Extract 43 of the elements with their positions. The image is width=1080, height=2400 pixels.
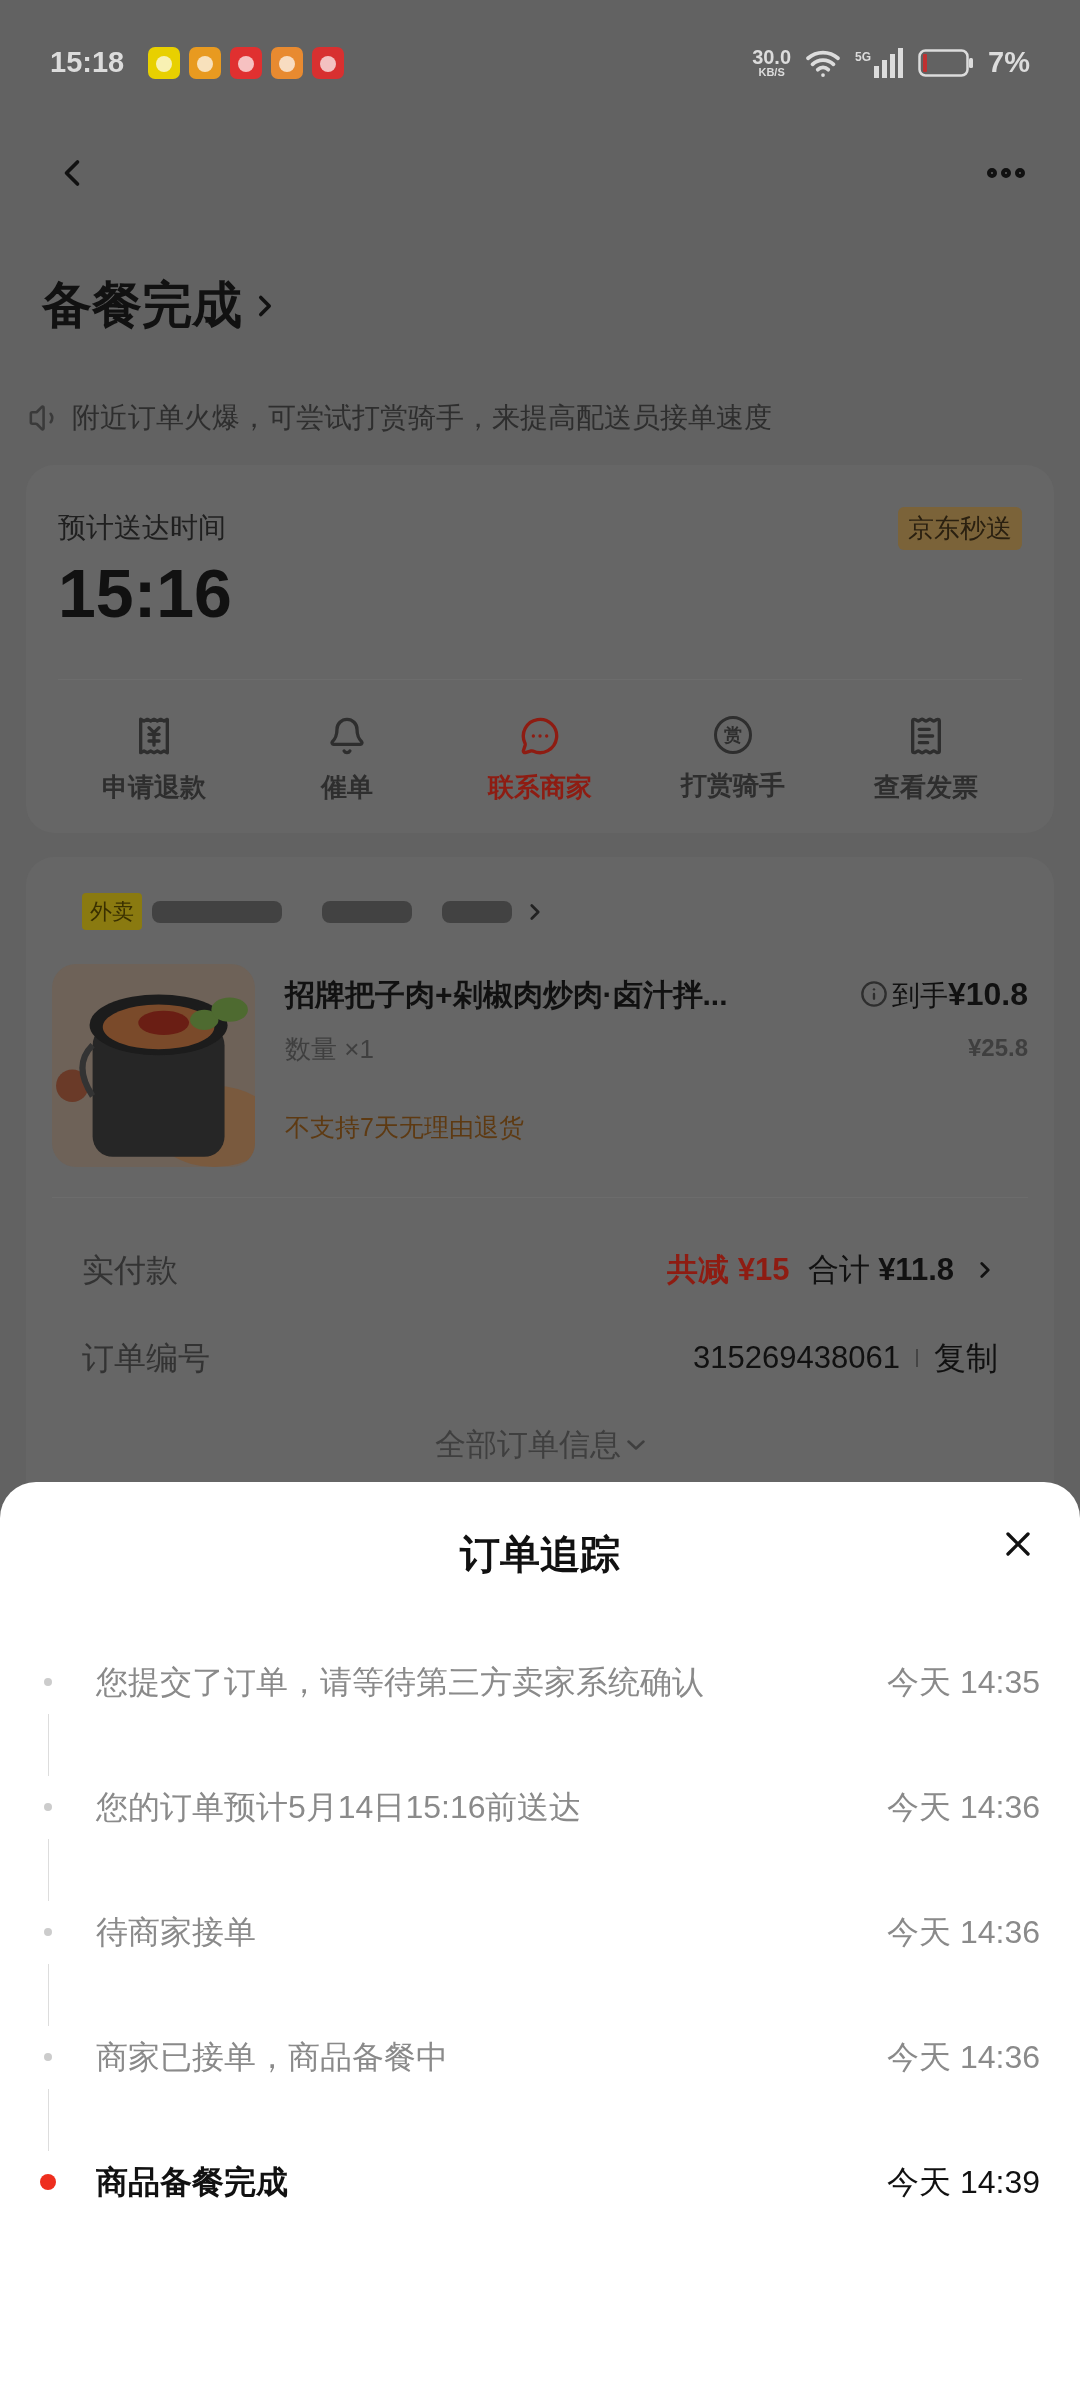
delivery-label: 预计送达时间 [58, 511, 227, 545]
clock-time: 15:18 [50, 44, 125, 80]
app-icon [189, 46, 222, 79]
timeline-event: 待商家接单 [96, 1913, 256, 1952]
battery-percent: 7% [988, 44, 1030, 80]
timeline-event: 商品备餐完成 [96, 2163, 288, 2202]
network-type: 5G [855, 48, 872, 66]
action-button[interactable]: 赏 打赏骑手 [636, 716, 830, 807]
action-button[interactable]: 申请退款 [58, 716, 251, 807]
total-amount[interactable]: 合计 ¥11.8 [807, 1246, 954, 1294]
info-icon[interactable] [859, 980, 888, 1008]
event-time: 今天 14:36 [887, 1913, 1040, 1952]
signal-icon [874, 47, 905, 78]
app-icon [271, 46, 304, 79]
service-tag: 京东秒送 [898, 507, 1022, 550]
delivery-time: 15:16 [58, 559, 232, 627]
timeline-event: 您提交了订单，请等待第三方卖家系统确认 [96, 1663, 704, 1702]
order-number: 315269438061 [693, 1338, 900, 1377]
timeline-event: 商家已接单，商品备餐中 [96, 2038, 448, 2077]
timeline-event: 您的订单预计5月14日15:16前送达 [96, 1788, 582, 1827]
action-button[interactable]: 查看发票 [829, 716, 1022, 807]
app-icon [230, 46, 263, 79]
takeout-tag: 外卖 [82, 893, 142, 930]
chat-icon [520, 716, 560, 756]
item-name[interactable]: 招牌把子肉+剁椒肉炒肉·卤汁拌... [285, 971, 728, 1017]
chevron-down-icon [627, 1440, 645, 1451]
app-icon [312, 46, 345, 79]
sheet-title: 订单追踪 [460, 1531, 620, 1578]
final-price: 到手¥10.8 [891, 975, 1028, 1014]
reward-icon: 赏 [713, 716, 752, 754]
action-button[interactable]: 联系商家 [443, 716, 637, 807]
event-time: 今天 14:35 [887, 1663, 1040, 1702]
event-time: 今天 14:39 [887, 2163, 1040, 2202]
event-time: 今天 14:36 [887, 1788, 1040, 1827]
return-policy: 不支持7天无理由退货 [285, 1112, 525, 1143]
event-time: 今天 14:36 [887, 2038, 1040, 2077]
copy-button[interactable]: 复制 [934, 1334, 998, 1382]
network-speed: 30.0 KB/S [752, 47, 792, 78]
battery-icon [918, 48, 975, 77]
action-button[interactable]: 催单 [250, 716, 444, 807]
app-icon [148, 46, 181, 79]
order-status-title[interactable]: 备餐完成 [42, 268, 242, 343]
discount-amount: 共减 ¥15 [667, 1250, 790, 1289]
